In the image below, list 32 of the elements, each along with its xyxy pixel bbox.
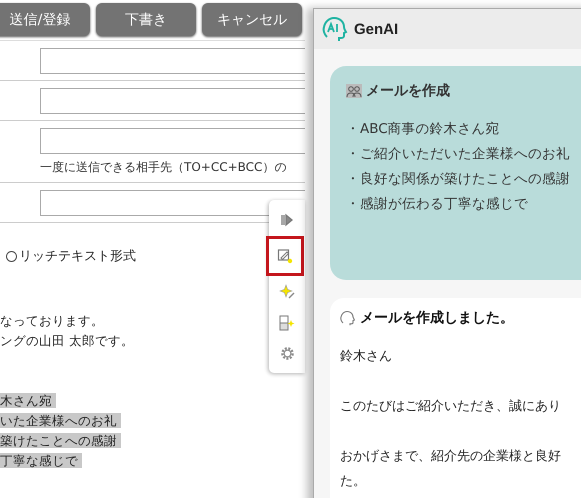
request-item: ・ABC商事の鈴木さん宛	[346, 120, 500, 138]
body-text-line: なっております。	[0, 313, 105, 328]
input-field[interactable]	[40, 128, 305, 154]
input-field[interactable]	[40, 48, 305, 74]
response-text: このたびはご紹介いただき、誠にあり	[340, 398, 562, 416]
translate-icon	[279, 314, 295, 330]
field-note: 一度に送信できる相手先（TO+CC+BCC）の	[40, 159, 288, 176]
ai-head-icon	[340, 310, 356, 326]
response-text: おかげさまで、紹介先の企業様と良好	[340, 448, 562, 466]
response-title: メールを作成しました。	[360, 309, 514, 327]
request-item: ・ご紹介いただいた企業様へのお礼	[346, 144, 570, 162]
response-text: た。	[340, 473, 367, 491]
input-field[interactable]	[40, 190, 305, 216]
collapse-icon	[280, 212, 294, 226]
edit-sparkle-icon	[277, 248, 293, 264]
tool-button[interactable]	[266, 236, 304, 276]
ai-head-icon	[322, 16, 348, 42]
input-field[interactable]	[40, 88, 305, 114]
action-button[interactable]: 送信/登録	[0, 3, 90, 36]
sparkle-icon	[279, 284, 295, 300]
radio-label: リッチテキスト形式	[19, 248, 136, 265]
request-item: ・良好な関係が築けたことへの感謝	[346, 170, 570, 188]
people-icon	[346, 84, 362, 98]
action-button[interactable]: キャンセル	[202, 3, 302, 36]
response-text: 鈴木さん	[340, 348, 393, 366]
request-title: メールを作成	[366, 82, 450, 100]
radio-button[interactable]	[6, 250, 17, 262]
settings-icon	[280, 346, 294, 361]
request-item: ・感謝が伝わる丁寧な感じで	[346, 194, 528, 212]
panel-title: GenAI	[354, 20, 398, 38]
action-button[interactable]: 下書き	[96, 3, 196, 36]
body-text-line: ングの山田 太郎です。	[0, 333, 135, 348]
